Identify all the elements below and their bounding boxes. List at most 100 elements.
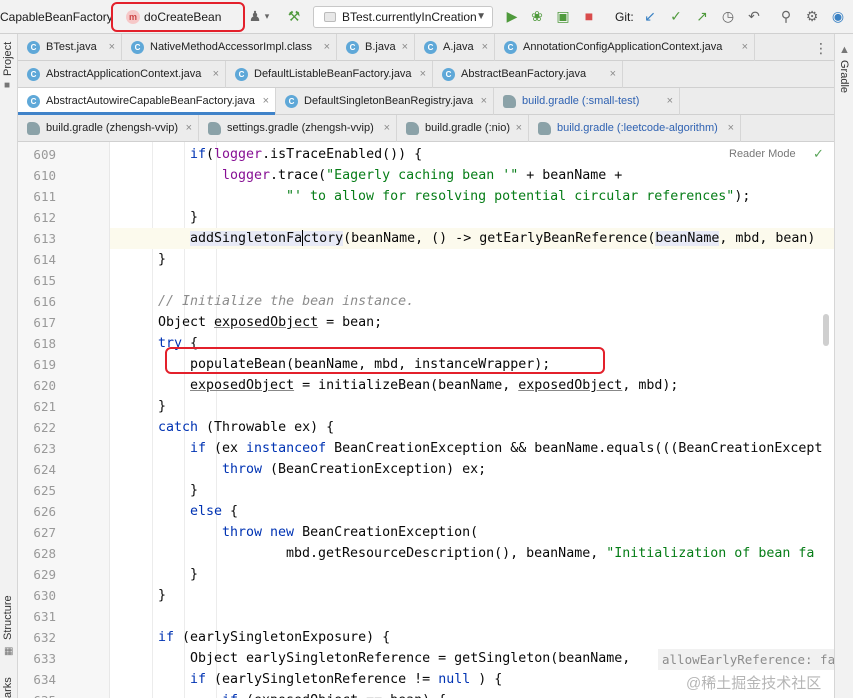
line-number: 624 bbox=[33, 462, 56, 477]
tab-a-java[interactable]: C A.java × bbox=[415, 34, 495, 61]
code-line[interactable]: catch (Throwable ex) { bbox=[110, 417, 334, 438]
plugin-icon[interactable]: ◉ bbox=[830, 8, 846, 24]
code-line[interactable]: } bbox=[110, 249, 166, 270]
tab-native-method-accessor[interactable]: C NativeMethodAccessorImpl.class × bbox=[122, 34, 337, 61]
tab-annotation-config-app-context[interactable]: C AnnotationConfigApplicationContext.jav… bbox=[495, 34, 755, 61]
hammer-icon[interactable]: ⚒ bbox=[286, 8, 302, 24]
tab-default-singleton-bean-registry[interactable]: C DefaultSingletonBeanRegistry.java × bbox=[276, 88, 494, 115]
close-icon[interactable]: × bbox=[384, 115, 390, 142]
tab-abstract-application-context[interactable]: C AbstractApplicationContext.java × bbox=[18, 61, 226, 88]
tab-build-gradle-small-test[interactable]: build.gradle (:small-test) × bbox=[494, 88, 680, 115]
code-line[interactable]: } bbox=[110, 480, 198, 501]
line-number: 617 bbox=[33, 315, 56, 330]
code-line[interactable] bbox=[110, 606, 126, 627]
close-icon[interactable]: × bbox=[610, 61, 616, 88]
close-icon[interactable]: × bbox=[742, 34, 748, 61]
code-line[interactable]: logger.trace("Eagerly caching bean '" + … bbox=[110, 165, 622, 186]
code-line[interactable]: throw (BeanCreationException) ex; bbox=[110, 459, 486, 480]
code-line[interactable]: // Initialize the bean instance. bbox=[110, 291, 414, 312]
code-line[interactable]: exposedObject = initializeBean(beanName,… bbox=[110, 375, 678, 396]
run-configuration-select[interactable]: BTest.currentlyInCreation ▼ bbox=[313, 6, 493, 28]
close-icon[interactable]: × bbox=[728, 115, 734, 142]
tab-settings-gradle-zhengsh-vvip[interactable]: settings.gradle (zhengsh-vvip) × bbox=[199, 115, 397, 142]
line-number: 626 bbox=[33, 504, 56, 519]
close-icon[interactable]: × bbox=[516, 115, 522, 142]
structure-icon[interactable]: ▦ bbox=[4, 646, 13, 657]
inspection-ok-icon[interactable]: ✓ bbox=[813, 146, 824, 162]
code-line[interactable] bbox=[110, 270, 126, 291]
close-icon[interactable]: × bbox=[263, 88, 269, 115]
vertical-scrollbar[interactable] bbox=[823, 314, 829, 346]
coverage-icon[interactable]: ▣ bbox=[555, 8, 571, 24]
line-number: 619 bbox=[33, 357, 56, 372]
tab-build-gradle-zhengsh-vvip[interactable]: build.gradle (zhengsh-vvip) × bbox=[18, 115, 199, 142]
line-number: 615 bbox=[33, 273, 56, 288]
rollback-icon[interactable]: ↶ bbox=[746, 8, 762, 24]
code-editor[interactable]: 609 610 611 612 613 614 615 616 617 618 619 620 621 6… bbox=[18, 142, 834, 698]
tab-b-java[interactable]: C B.java × bbox=[337, 34, 415, 61]
search-icon[interactable]: ⚲ bbox=[778, 8, 794, 24]
tab-build-gradle-nio[interactable]: build.gradle (:nio) × bbox=[397, 115, 529, 142]
structure-tool-button[interactable]: Structure bbox=[2, 595, 14, 640]
code-token: // Initialize the bean instance. bbox=[158, 294, 415, 309]
tab-abstract-autowire-capable-bean-factory[interactable]: C AbstractAutowireCapableBeanFactory.jav… bbox=[18, 88, 276, 115]
code-line[interactable]: Object earlySingletonReference = getSing… bbox=[110, 648, 630, 669]
code-line[interactable]: } bbox=[110, 396, 166, 417]
stop-icon[interactable]: ■ bbox=[581, 8, 597, 24]
code-token: { bbox=[222, 504, 239, 519]
gradle-tool-button[interactable]: Gradle bbox=[838, 60, 850, 93]
code-line[interactable]: if(logger.isTraceEnabled()) { bbox=[110, 144, 422, 165]
commit-icon[interactable]: ✓ bbox=[668, 8, 684, 24]
code-token: ) { bbox=[470, 672, 503, 687]
code-line[interactable]: } bbox=[110, 207, 198, 228]
tab-default-listable-bean-factory[interactable]: C DefaultListableBeanFactory.java × bbox=[226, 61, 433, 88]
line-number: 625 bbox=[33, 483, 56, 498]
code-line[interactable]: if (ex instanceof BeanCreationException … bbox=[110, 438, 822, 459]
code-line[interactable]: else { bbox=[110, 501, 238, 522]
tab-abstract-bean-factory[interactable]: C AbstractBeanFactory.java × bbox=[433, 61, 623, 88]
code-token: (BeanCreationException) ex; bbox=[262, 462, 487, 477]
update-icon[interactable]: ↙ bbox=[642, 8, 658, 24]
code-line[interactable]: if (exposedObject == bean) { bbox=[110, 690, 446, 698]
folder-icon[interactable]: ■ bbox=[4, 80, 10, 91]
line-number: 612 bbox=[33, 210, 56, 225]
history-icon[interactable]: ◷ bbox=[720, 8, 736, 24]
code-line[interactable]: } bbox=[110, 585, 166, 606]
code-line[interactable]: mbd.getResourceDescription(), beanName, … bbox=[110, 543, 814, 564]
debug-icon[interactable]: ❀ bbox=[529, 8, 545, 24]
tab-label: build.gradle (:small-test) bbox=[522, 95, 640, 107]
code-line[interactable]: } bbox=[110, 564, 198, 585]
code-line[interactable]: if (earlySingletonExposure) { bbox=[110, 627, 390, 648]
breadcrumb-class[interactable]: CapableBeanFactory bbox=[0, 10, 113, 24]
push-icon[interactable]: ↗ bbox=[694, 8, 710, 24]
code-line[interactable]: if (earlySingletonReference != null ) { bbox=[110, 669, 502, 690]
bookmarks-tool-button[interactable]: arks bbox=[2, 677, 14, 698]
code-area[interactable]: if(logger.isTraceEnabled()) {logger.trac… bbox=[110, 142, 834, 698]
code-line[interactable]: Object exposedObject = bean; bbox=[110, 312, 382, 333]
close-icon[interactable]: × bbox=[213, 61, 219, 88]
close-icon[interactable]: × bbox=[482, 34, 488, 61]
more-tabs-icon[interactable]: ⋮ bbox=[814, 40, 828, 57]
close-icon[interactable]: × bbox=[324, 34, 330, 61]
close-icon[interactable]: × bbox=[109, 34, 115, 61]
close-icon[interactable]: × bbox=[186, 115, 192, 142]
tab-label: NativeMethodAccessorImpl.class bbox=[150, 41, 313, 53]
line-number-gutter[interactable]: 609 610 611 612 613 614 615 616 617 618 619 620 621 6… bbox=[18, 142, 110, 698]
project-tool-button[interactable]: Project bbox=[2, 42, 14, 76]
close-icon[interactable]: × bbox=[667, 88, 673, 115]
code-line[interactable]: "' to allow for resolving potential circ… bbox=[110, 186, 750, 207]
chevron-down-icon[interactable]: ▾ bbox=[259, 8, 275, 24]
code-token: .isTraceEnabled()) { bbox=[262, 147, 423, 162]
run-icon[interactable]: ▶ bbox=[504, 8, 520, 24]
code-line[interactable]: throw new BeanCreationException( bbox=[110, 522, 478, 543]
code-line[interactable]: addSingletonFactory(beanName, () -> getE… bbox=[110, 228, 834, 249]
close-icon[interactable]: × bbox=[420, 61, 426, 88]
java-class-icon: C bbox=[424, 41, 437, 54]
gradle-icon[interactable]: ▲ bbox=[839, 44, 850, 56]
close-icon[interactable]: × bbox=[481, 88, 487, 115]
settings-icon[interactable]: ⚙ bbox=[804, 8, 820, 24]
tab-build-gradle-leetcode-algorithm[interactable]: build.gradle (:leetcode-algorithm) × bbox=[529, 115, 741, 142]
reader-mode-button[interactable]: Reader Mode bbox=[729, 148, 796, 160]
close-icon[interactable]: × bbox=[402, 34, 408, 61]
tab-btest-java[interactable]: C BTest.java × bbox=[18, 34, 122, 61]
